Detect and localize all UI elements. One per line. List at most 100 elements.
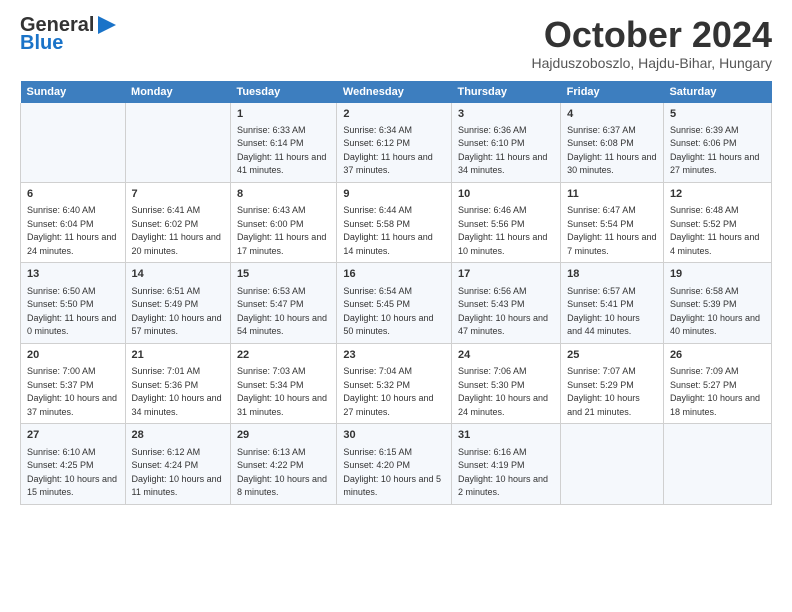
- weekday-header-thursday: Thursday: [451, 81, 560, 103]
- day-number: 17: [458, 267, 554, 282]
- day-info: Sunrise: 6:58 AM Sunset: 5:39 PM Dayligh…: [670, 285, 765, 339]
- calendar-cell: [21, 103, 126, 183]
- weekday-header-saturday: Saturday: [663, 81, 771, 103]
- weekday-header-friday: Friday: [561, 81, 664, 103]
- calendar-cell: 29Sunrise: 6:13 AM Sunset: 4:22 PM Dayli…: [230, 424, 336, 504]
- day-number: 11: [567, 187, 657, 202]
- weekday-header-tuesday: Tuesday: [230, 81, 336, 103]
- day-info: Sunrise: 7:03 AM Sunset: 5:34 PM Dayligh…: [237, 365, 330, 419]
- calendar-cell: 25 Sunrise: 7:07 AM Sunset: 5:29 PM Dayli…: [561, 343, 664, 423]
- day-info: Sunrise: 6:12 AM Sunset: 4:24 PM Dayligh…: [132, 446, 224, 500]
- day-info: Sunrise: 6:56 AM Sunset: 5:43 PM Dayligh…: [458, 285, 554, 339]
- calendar-cell: [125, 103, 230, 183]
- calendar-cell: [663, 424, 771, 504]
- day-info: Sunrise: 6:48 AM Sunset: 5:52 PM Dayligh…: [670, 204, 765, 258]
- day-info: Sunrise: 6:44 AM Sunset: 5:58 PM Dayligh…: [343, 204, 445, 258]
- weekday-header-row: SundayMondayTuesdayWednesdayThursdayFrid…: [21, 81, 772, 103]
- day-info: Sunrise: 7:01 AM Sunset: 5:36 PM Dayligh…: [132, 365, 224, 419]
- day-info: Sunrise: 6:37 AM Sunset: 6:08 PM Dayligh…: [567, 124, 657, 178]
- calendar-cell: 12Sunrise: 6:48 AM Sunset: 5:52 PM Dayli…: [663, 182, 771, 262]
- calendar-cell: 16 Sunrise: 6:54 AM Sunset: 5:45 PM Dayli…: [337, 263, 452, 343]
- day-number: 21: [132, 348, 224, 363]
- week-row-5: 27 Sunrise: 6:10 AM Sunset: 4:25 PM Dayli…: [21, 424, 772, 504]
- day-info: Sunrise: 6:47 AM Sunset: 5:54 PM Dayligh…: [567, 204, 657, 258]
- calendar-cell: 31 Sunrise: 6:16 AM Sunset: 4:19 PM Dayli…: [451, 424, 560, 504]
- calendar-header: SundayMondayTuesdayWednesdayThursdayFrid…: [21, 81, 772, 103]
- day-info: Sunrise: 6:57 AM Sunset: 5:41 PM Dayligh…: [567, 285, 657, 339]
- day-number: 4: [567, 107, 657, 122]
- calendar-cell: 10 Sunrise: 6:46 AM Sunset: 5:56 PM Dayli…: [451, 182, 560, 262]
- calendar-cell: 17 Sunrise: 6:56 AM Sunset: 5:43 PM Dayli…: [451, 263, 560, 343]
- calendar-cell: 27 Sunrise: 6:10 AM Sunset: 4:25 PM Dayli…: [21, 424, 126, 504]
- calendar-cell: 2 Sunrise: 6:34 AM Sunset: 6:12 PM Daylig…: [337, 103, 452, 183]
- week-row-3: 13 Sunrise: 6:50 AM Sunset: 5:50 PM Dayli…: [21, 263, 772, 343]
- logo-triangle-icon: [98, 16, 116, 34]
- day-info: Sunrise: 6:41 AM Sunset: 6:02 PM Dayligh…: [132, 204, 224, 258]
- header: General Blue October 2024 Hajduszoboszlo…: [20, 15, 772, 71]
- day-number: 31: [458, 428, 554, 443]
- week-row-4: 20Sunrise: 7:00 AM Sunset: 5:37 PM Dayli…: [21, 343, 772, 423]
- calendar-cell: 28Sunrise: 6:12 AM Sunset: 4:24 PM Dayli…: [125, 424, 230, 504]
- day-info: Sunrise: 6:46 AM Sunset: 5:56 PM Dayligh…: [458, 204, 554, 258]
- calendar-cell: 26 Sunrise: 7:09 AM Sunset: 5:27 PM Dayli…: [663, 343, 771, 423]
- day-number: 18: [567, 267, 657, 282]
- day-info: Sunrise: 7:04 AM Sunset: 5:32 PM Dayligh…: [343, 365, 445, 419]
- day-info: Sunrise: 7:09 AM Sunset: 5:27 PM Dayligh…: [670, 365, 765, 419]
- calendar-cell: 18 Sunrise: 6:57 AM Sunset: 5:41 PM Dayli…: [561, 263, 664, 343]
- day-info: Sunrise: 6:16 AM Sunset: 4:19 PM Dayligh…: [458, 446, 554, 500]
- day-info: Sunrise: 7:06 AM Sunset: 5:30 PM Dayligh…: [458, 365, 554, 419]
- day-number: 14: [132, 267, 224, 282]
- calendar-cell: 13 Sunrise: 6:50 AM Sunset: 5:50 PM Dayli…: [21, 263, 126, 343]
- day-info: Sunrise: 6:51 AM Sunset: 5:49 PM Dayligh…: [132, 285, 224, 339]
- day-number: 5: [670, 107, 765, 122]
- day-number: 9: [343, 187, 445, 202]
- day-number: 25: [567, 348, 657, 363]
- week-row-2: 6 Sunrise: 6:40 AM Sunset: 6:04 PM Daylig…: [21, 182, 772, 262]
- day-info: Sunrise: 7:00 AM Sunset: 5:37 PM Dayligh…: [27, 365, 119, 419]
- day-info: Sunrise: 6:50 AM Sunset: 5:50 PM Dayligh…: [27, 285, 119, 339]
- calendar-cell: 19 Sunrise: 6:58 AM Sunset: 5:39 PM Dayli…: [663, 263, 771, 343]
- location: Hajduszoboszlo, Hajdu-Bihar, Hungary: [532, 55, 772, 71]
- day-number: 15: [237, 267, 330, 282]
- day-number: 10: [458, 187, 554, 202]
- day-info: Sunrise: 6:40 AM Sunset: 6:04 PM Dayligh…: [27, 204, 119, 258]
- day-info: Sunrise: 6:39 AM Sunset: 6:06 PM Dayligh…: [670, 124, 765, 178]
- calendar-cell: 23 Sunrise: 7:04 AM Sunset: 5:32 PM Dayli…: [337, 343, 452, 423]
- calendar-cell: 9 Sunrise: 6:44 AM Sunset: 5:58 PM Daylig…: [337, 182, 452, 262]
- day-info: Sunrise: 7:07 AM Sunset: 5:29 PM Dayligh…: [567, 365, 657, 419]
- day-number: 26: [670, 348, 765, 363]
- logo-blue: Blue: [20, 33, 116, 53]
- calendar-cell: 4 Sunrise: 6:37 AM Sunset: 6:08 PM Daylig…: [561, 103, 664, 183]
- day-number: 6: [27, 187, 119, 202]
- day-number: 27: [27, 428, 119, 443]
- calendar-table: SundayMondayTuesdayWednesdayThursdayFrid…: [20, 81, 772, 505]
- day-info: Sunrise: 6:34 AM Sunset: 6:12 PM Dayligh…: [343, 124, 445, 178]
- weekday-header-sunday: Sunday: [21, 81, 126, 103]
- calendar-cell: [561, 424, 664, 504]
- day-number: 22: [237, 348, 330, 363]
- day-info: Sunrise: 6:33 AM Sunset: 6:14 PM Dayligh…: [237, 124, 330, 178]
- day-number: 19: [670, 267, 765, 282]
- calendar-cell: 21 Sunrise: 7:01 AM Sunset: 5:36 PM Dayli…: [125, 343, 230, 423]
- logo: General Blue: [20, 15, 116, 53]
- day-info: Sunrise: 6:13 AM Sunset: 4:22 PM Dayligh…: [237, 446, 330, 500]
- day-info: Sunrise: 6:53 AM Sunset: 5:47 PM Dayligh…: [237, 285, 330, 339]
- day-info: Sunrise: 6:10 AM Sunset: 4:25 PM Dayligh…: [27, 446, 119, 500]
- calendar-cell: 30Sunrise: 6:15 AM Sunset: 4:20 PM Dayli…: [337, 424, 452, 504]
- day-number: 7: [132, 187, 224, 202]
- day-number: 16: [343, 267, 445, 282]
- calendar-cell: 5 Sunrise: 6:39 AM Sunset: 6:06 PM Daylig…: [663, 103, 771, 183]
- calendar-cell: 24Sunrise: 7:06 AM Sunset: 5:30 PM Dayli…: [451, 343, 560, 423]
- day-number: 13: [27, 267, 119, 282]
- weekday-header-wednesday: Wednesday: [337, 81, 452, 103]
- day-number: 3: [458, 107, 554, 122]
- day-number: 8: [237, 187, 330, 202]
- day-info: Sunrise: 6:54 AM Sunset: 5:45 PM Dayligh…: [343, 285, 445, 339]
- day-info: Sunrise: 6:43 AM Sunset: 6:00 PM Dayligh…: [237, 204, 330, 258]
- day-number: 2: [343, 107, 445, 122]
- calendar-cell: 20Sunrise: 7:00 AM Sunset: 5:37 PM Dayli…: [21, 343, 126, 423]
- weekday-header-monday: Monday: [125, 81, 230, 103]
- day-number: 23: [343, 348, 445, 363]
- day-info: Sunrise: 6:36 AM Sunset: 6:10 PM Dayligh…: [458, 124, 554, 178]
- week-row-1: 1Sunrise: 6:33 AM Sunset: 6:14 PM Daylig…: [21, 103, 772, 183]
